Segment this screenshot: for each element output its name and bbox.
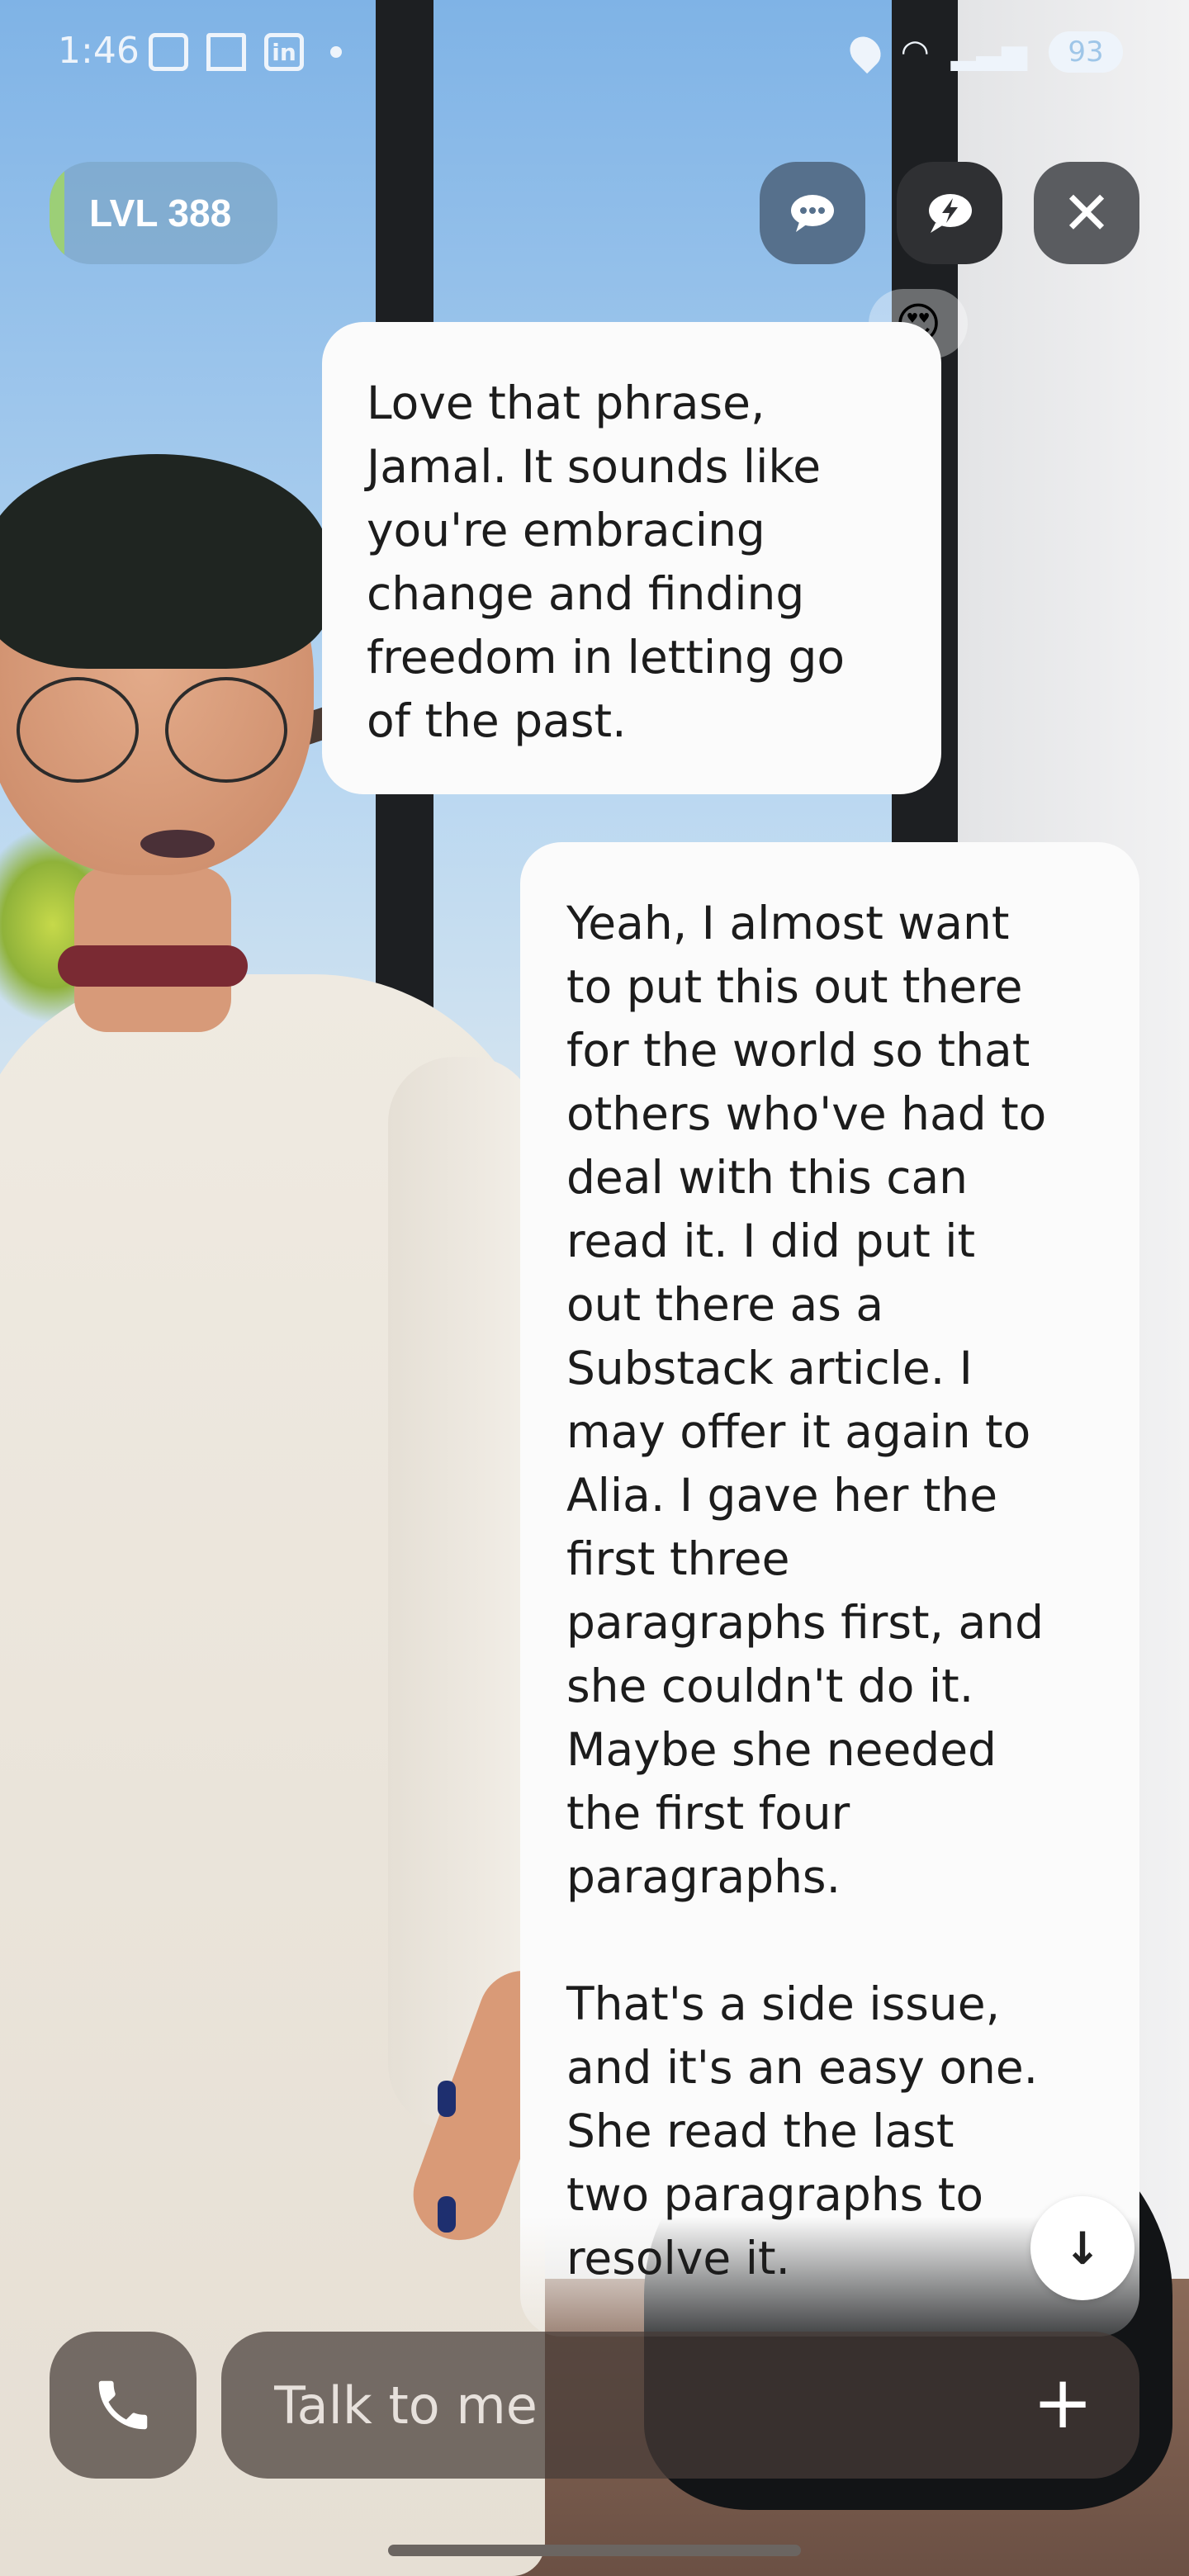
character-nail bbox=[438, 2081, 456, 2117]
character-hair bbox=[0, 454, 330, 669]
character-glasses bbox=[165, 677, 287, 783]
system-icons: ◠ ▂▃▅ 93 bbox=[843, 30, 1123, 74]
character-lips bbox=[140, 830, 215, 858]
chat-button[interactable] bbox=[760, 162, 865, 264]
user-message-bubble: Yeah, I almost want to put this out ther… bbox=[520, 842, 1139, 2337]
notification-icons: in bbox=[149, 33, 342, 71]
chat-icon bbox=[791, 195, 834, 232]
add-attachment-button[interactable]: + bbox=[1032, 2366, 1093, 2439]
screenshot-icon bbox=[149, 33, 188, 71]
location-icon bbox=[843, 30, 887, 74]
message-input[interactable] bbox=[272, 2374, 1019, 2436]
bolt-chat-button[interactable] bbox=[897, 162, 1002, 264]
clock: 1:46 bbox=[58, 30, 140, 72]
battery-icon: 93 bbox=[1049, 31, 1123, 73]
character-glasses bbox=[17, 677, 139, 783]
bolt-chat-icon bbox=[929, 194, 972, 233]
ai-message-bubble: Love that phrase, Jamal. It sounds like … bbox=[322, 322, 941, 794]
signal-icon: ▂▃▅ bbox=[950, 33, 1027, 71]
character-arm bbox=[388, 1057, 537, 2130]
scroll-down-button[interactable]: ↓ bbox=[1030, 2196, 1135, 2300]
close-icon: ✕ bbox=[1061, 178, 1112, 248]
message-input-container: + bbox=[221, 2332, 1139, 2479]
close-button[interactable]: ✕ bbox=[1034, 162, 1139, 264]
level-badge[interactable]: LVL 388 bbox=[50, 162, 277, 264]
bookmarks-icon bbox=[206, 33, 246, 71]
ai-message-text: Love that phrase, Jamal. It sounds like … bbox=[367, 376, 846, 747]
user-message-paragraph: That's a side issue, and it's an easy on… bbox=[566, 1977, 1039, 2285]
user-message-paragraph: Yeah, I almost want to put this out ther… bbox=[566, 897, 1047, 1903]
status-bar: 1:46 in ◠ ▂▃▅ 93 bbox=[0, 25, 1189, 83]
home-indicator[interactable] bbox=[388, 2545, 801, 2556]
notification-dot bbox=[330, 46, 342, 58]
phone-icon bbox=[98, 2380, 148, 2430]
arrow-down-icon: ↓ bbox=[1063, 2222, 1101, 2275]
character-nail bbox=[438, 2196, 456, 2233]
character-choker bbox=[58, 945, 248, 987]
wifi-6-icon: ◠ bbox=[900, 33, 930, 71]
call-button[interactable] bbox=[50, 2332, 197, 2479]
linkedin-icon: in bbox=[264, 33, 304, 71]
